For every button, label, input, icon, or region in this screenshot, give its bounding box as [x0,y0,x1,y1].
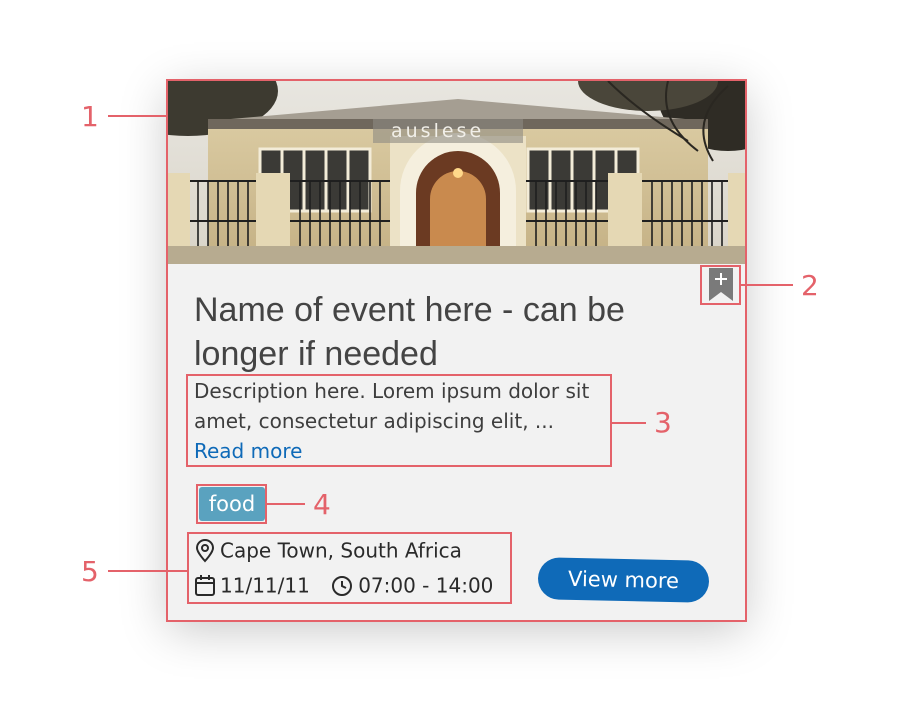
callout-line-5 [108,570,187,572]
callout-line-1 [108,115,166,117]
callout-number-5: 5 [81,555,99,588]
date-text: 11/11/11 [220,573,310,598]
venue-sign-text: auslese [391,120,484,142]
location-row: Cape Town, South Africa [194,537,462,563]
description-text: Description here. Lorem ipsum dolor sit … [194,379,590,433]
calendar-icon [195,574,215,596]
datetime-row: 11/11/11 07:00 - 14:00 [194,572,493,598]
callout-number-2: 2 [801,269,819,302]
location-text: Cape Town, South Africa [220,538,462,563]
event-title: Name of event here - can be longer if ne… [194,291,625,373]
event-description: Description here. Lorem ipsum dolor sit … [194,376,609,466]
view-more-button[interactable]: View more [537,557,710,603]
category-tag[interactable]: food [199,487,265,521]
callout-number-4: 4 [313,488,331,521]
callout-number-1: 1 [81,100,99,133]
callout-number-3: 3 [654,406,672,439]
time-text: 07:00 - 14:00 [358,573,494,598]
clock-icon [332,575,353,596]
event-photo: auslese [168,81,745,264]
venue-building-image: auslese [168,81,745,264]
callout-line-2 [741,284,793,286]
location-pin-icon [195,538,215,562]
callout-line-3 [612,422,646,424]
read-more-link[interactable]: Read more [194,439,302,463]
callout-line-4 [267,503,305,505]
